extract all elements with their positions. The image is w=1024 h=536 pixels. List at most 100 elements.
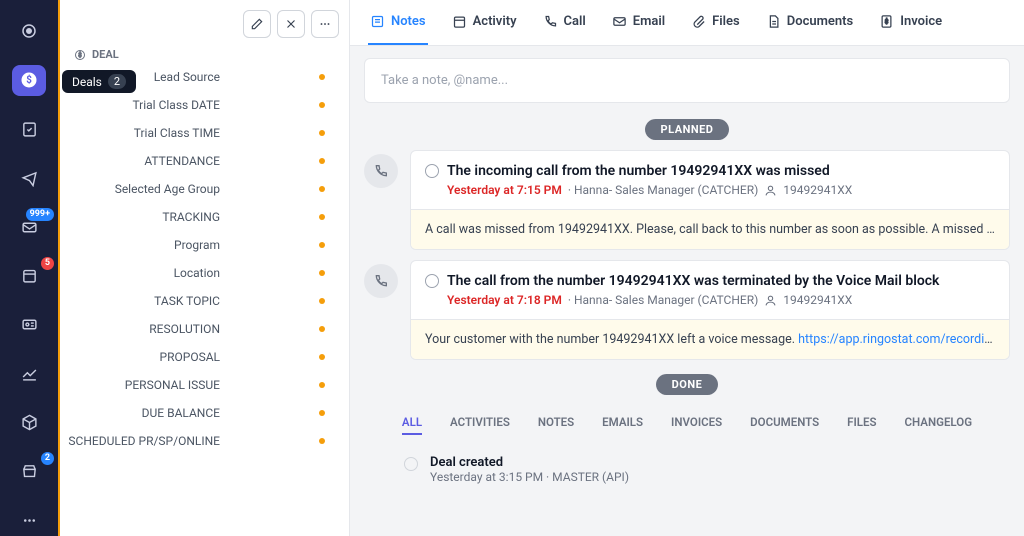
nav-rail: $ 999+ 5 2 De: [0, 0, 58, 536]
close-button[interactable]: [277, 10, 305, 38]
field-name: DUE BALANCE: [60, 406, 230, 420]
filter-tab-changelog[interactable]: CHANGELOG: [905, 415, 973, 435]
nav-more-icon[interactable]: [12, 505, 46, 536]
timeline-card[interactable]: The call from the number 19492941XX was …: [410, 260, 1010, 360]
nav-products-icon[interactable]: [12, 407, 46, 438]
timeline-author: · Hanna- Sales Manager (CATCHER): [568, 183, 758, 197]
required-dot: [319, 158, 325, 164]
field-row[interactable]: Trial Class DATE: [60, 91, 349, 119]
required-dot: [319, 298, 325, 304]
required-dot: [319, 326, 325, 332]
more-button[interactable]: [311, 10, 339, 38]
tab-call[interactable]: Call: [541, 0, 588, 45]
nav-campaigns-icon[interactable]: [12, 163, 46, 194]
field-row[interactable]: Trial Class TIME: [60, 119, 349, 147]
field-name: Program: [60, 238, 230, 252]
field-row[interactable]: TASK TOPIC: [60, 287, 349, 315]
field-name: TASK TOPIC: [60, 294, 230, 308]
field-row[interactable]: DUE BALANCE: [60, 399, 349, 427]
required-dot: [319, 270, 325, 276]
svg-text:$: $: [78, 52, 82, 59]
nav-store-icon[interactable]: 2: [12, 456, 46, 487]
tab-email[interactable]: Email: [610, 0, 667, 45]
activity-tabs: Notes Activity Call Email Files Documents $ Inv…: [350, 0, 1024, 46]
edit-button[interactable]: [243, 10, 271, 38]
phone-icon: [364, 154, 398, 188]
field-name: PROPOSAL: [60, 350, 230, 364]
field-name: Trial Class DATE: [60, 98, 230, 112]
tab-label: Files: [712, 14, 740, 29]
field-row[interactable]: Selected Age Group: [60, 175, 349, 203]
field-row[interactable]: RESOLUTION: [60, 315, 349, 343]
field-name: Selected Age Group: [60, 182, 230, 196]
deals-tooltip-label: Deals: [72, 75, 102, 89]
tab-label: Documents: [787, 14, 853, 29]
svg-text:$: $: [26, 75, 32, 86]
field-row[interactable]: Program: [60, 231, 349, 259]
timeline-item: The incoming call from the number 194929…: [364, 150, 1010, 250]
status-circle[interactable]: [425, 274, 439, 288]
field-row[interactable]: TRACKING: [60, 203, 349, 231]
nav-tasks-icon[interactable]: [12, 114, 46, 145]
filter-tab-all[interactable]: ALL: [402, 415, 422, 435]
required-dot: [319, 130, 325, 136]
field-row[interactable]: ATTENDANCE: [60, 147, 349, 175]
tab-activity[interactable]: Activity: [450, 0, 519, 45]
planned-pill: PLANNED: [645, 119, 730, 140]
timeline-note: Your customer with the number 19492941XX…: [411, 319, 1009, 359]
field-row[interactable]: Location: [60, 259, 349, 287]
field-name: SCHEDULED PR/SP/ONLINE: [60, 434, 230, 448]
deal-created: Deal created Yesterday at 3:15 PM · MAST…: [350, 455, 1024, 504]
required-dot: [319, 438, 325, 444]
timeline-contact: 19492941XX: [783, 183, 852, 197]
nav-analytics-icon[interactable]: [12, 358, 46, 389]
tab-files[interactable]: Files: [689, 0, 742, 45]
deal-section-header: $ DEAL: [60, 42, 349, 63]
field-name: RESOLUTION: [60, 322, 230, 336]
store-badge: 2: [41, 452, 54, 465]
field-row[interactable]: PROPOSAL: [60, 343, 349, 371]
timeline-timestamp: Yesterday at 7:15 PM: [447, 183, 562, 197]
timeline-title: The incoming call from the number 194929…: [447, 163, 830, 179]
required-dot: [319, 410, 325, 416]
field-name: Location: [60, 266, 230, 280]
done-pill: DONE: [656, 374, 719, 395]
status-circle[interactable]: [425, 164, 439, 178]
note-input[interactable]: Take a note, @name...: [364, 58, 1010, 103]
filter-tabs: ALL ACTIVITIES NOTES EMAILS INVOICES DOCUMENT…: [350, 405, 1024, 455]
filter-tab-invoices[interactable]: INVOICES: [671, 415, 722, 435]
nav-mail-icon[interactable]: 999+: [12, 212, 46, 243]
filter-tab-files[interactable]: FILES: [847, 415, 876, 435]
timeline-card[interactable]: The incoming call from the number 194929…: [410, 150, 1010, 250]
timeline-title: The call from the number 19492941XX was …: [447, 273, 939, 289]
field-row[interactable]: SCHEDULED PR/SP/ONLINE: [60, 427, 349, 455]
required-dot: [319, 186, 325, 192]
filter-tab-documents[interactable]: DOCUMENTS: [750, 415, 819, 435]
timeline-author: · Hanna- Sales Manager (CATCHER): [568, 293, 758, 307]
tab-label: Invoice: [900, 14, 942, 29]
nav-calendar-icon[interactable]: 5: [12, 261, 46, 292]
tab-invoice[interactable]: $ Invoice: [877, 0, 944, 45]
filter-tab-activities[interactable]: ACTIVITIES: [450, 415, 510, 435]
timeline-timestamp: Yesterday at 7:18 PM: [447, 293, 562, 307]
nav-deals-icon[interactable]: $: [12, 65, 46, 96]
required-dot: [319, 382, 325, 388]
required-dot: [319, 214, 325, 220]
tab-documents[interactable]: Documents: [764, 0, 855, 45]
field-name: TRACKING: [60, 210, 230, 224]
timeline-note: A call was missed from 19492941XX. Pleas…: [411, 209, 1009, 249]
required-dot: [319, 102, 325, 108]
note-link[interactable]: https://app.ringostat.com/recordings/us1…: [798, 332, 1009, 347]
timeline: The incoming call from the number 194929…: [350, 150, 1024, 370]
filter-tab-notes[interactable]: NOTES: [538, 415, 574, 435]
deal-created-sub: Yesterday at 3:15 PM · MASTER (API): [430, 470, 629, 484]
tab-label: Call: [564, 14, 586, 29]
field-row[interactable]: PERSONAL ISSUE: [60, 371, 349, 399]
deals-tooltip-count: 2: [108, 74, 126, 89]
nav-target-icon[interactable]: [12, 16, 46, 47]
filter-tab-emails[interactable]: EMAILS: [602, 415, 643, 435]
deals-tooltip: Deals 2: [62, 70, 136, 93]
nav-contacts-icon[interactable]: [12, 309, 46, 340]
svg-text:$: $: [885, 17, 889, 25]
tab-notes[interactable]: Notes: [368, 0, 428, 45]
